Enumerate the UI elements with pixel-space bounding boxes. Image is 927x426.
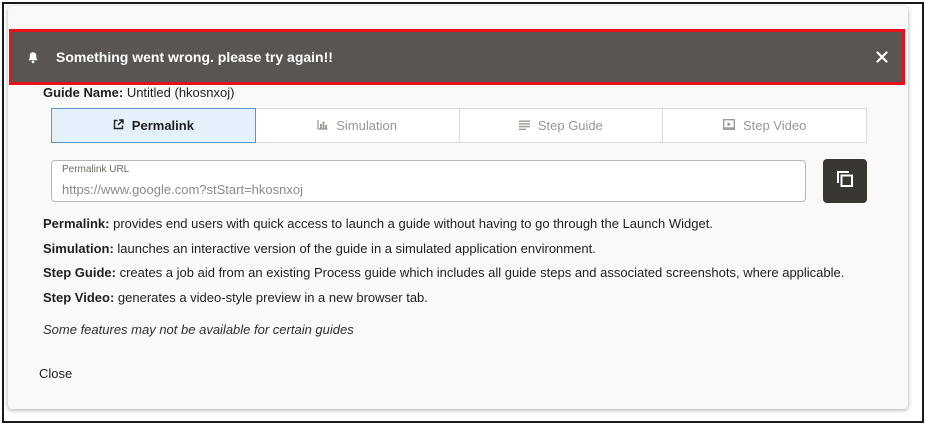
description-step-guide: Step Guide: creates a job aid from an ex…: [43, 265, 844, 280]
description-term: Simulation:: [43, 241, 114, 256]
list-lines-icon: [518, 118, 530, 133]
tab-step-guide-label: Step Guide: [537, 118, 603, 133]
description-term: Step Guide:: [43, 265, 116, 280]
copy-icon: [835, 169, 855, 194]
description-step-video: Step Video: generates a video-style prev…: [43, 290, 428, 305]
description-term: Permalink:: [43, 216, 110, 231]
permalink-url-label: Permalink URL: [62, 164, 130, 175]
close-button[interactable]: Close: [39, 366, 72, 381]
error-banner: Something went wrong. please try again!!: [9, 29, 905, 85]
share-type-tabs: Permalink Simulation Step Guide Step Vid…: [51, 108, 867, 143]
guide-name-value: Untitled (hkosnxoj): [126, 85, 235, 100]
permalink-url-input[interactable]: [62, 179, 795, 199]
permalink-url-field: Permalink URL: [51, 160, 806, 202]
guide-name-label: Guide Name:: [43, 85, 124, 100]
tab-simulation-label: Simulation: [336, 118, 397, 133]
description-text: generates a video-style preview in a new…: [114, 290, 428, 305]
tab-step-video[interactable]: Step Video: [663, 109, 866, 142]
tab-step-video-label: Step Video: [742, 118, 807, 133]
video-player-icon: [722, 118, 735, 133]
bar-chart-icon: [317, 118, 328, 133]
description-text: creates a job aid from an existing Proce…: [115, 265, 845, 280]
description-permalink: Permalink: provides end users with quick…: [43, 216, 713, 231]
tab-permalink[interactable]: Permalink: [51, 108, 256, 143]
copy-button[interactable]: [823, 159, 867, 203]
tab-permalink-label: Permalink: [131, 118, 194, 133]
tab-simulation[interactable]: Simulation: [256, 109, 460, 142]
description-term: Step Video:: [43, 290, 115, 305]
tab-step-guide[interactable]: Step Guide: [460, 109, 664, 142]
error-message: Something went wrong. please try again!!: [56, 49, 333, 65]
description-text: launches an interactive version of the g…: [113, 241, 596, 256]
availability-note: Some features may not be available for c…: [43, 322, 354, 337]
description-text: provides end users with quick access to …: [109, 216, 713, 231]
description-simulation: Simulation: launches an interactive vers…: [43, 241, 596, 256]
close-icon[interactable]: [868, 43, 896, 71]
bell-icon: [12, 51, 52, 64]
guide-name: Guide Name: Untitled (hkosnxoj): [43, 85, 234, 100]
external-link-icon: [113, 118, 124, 133]
